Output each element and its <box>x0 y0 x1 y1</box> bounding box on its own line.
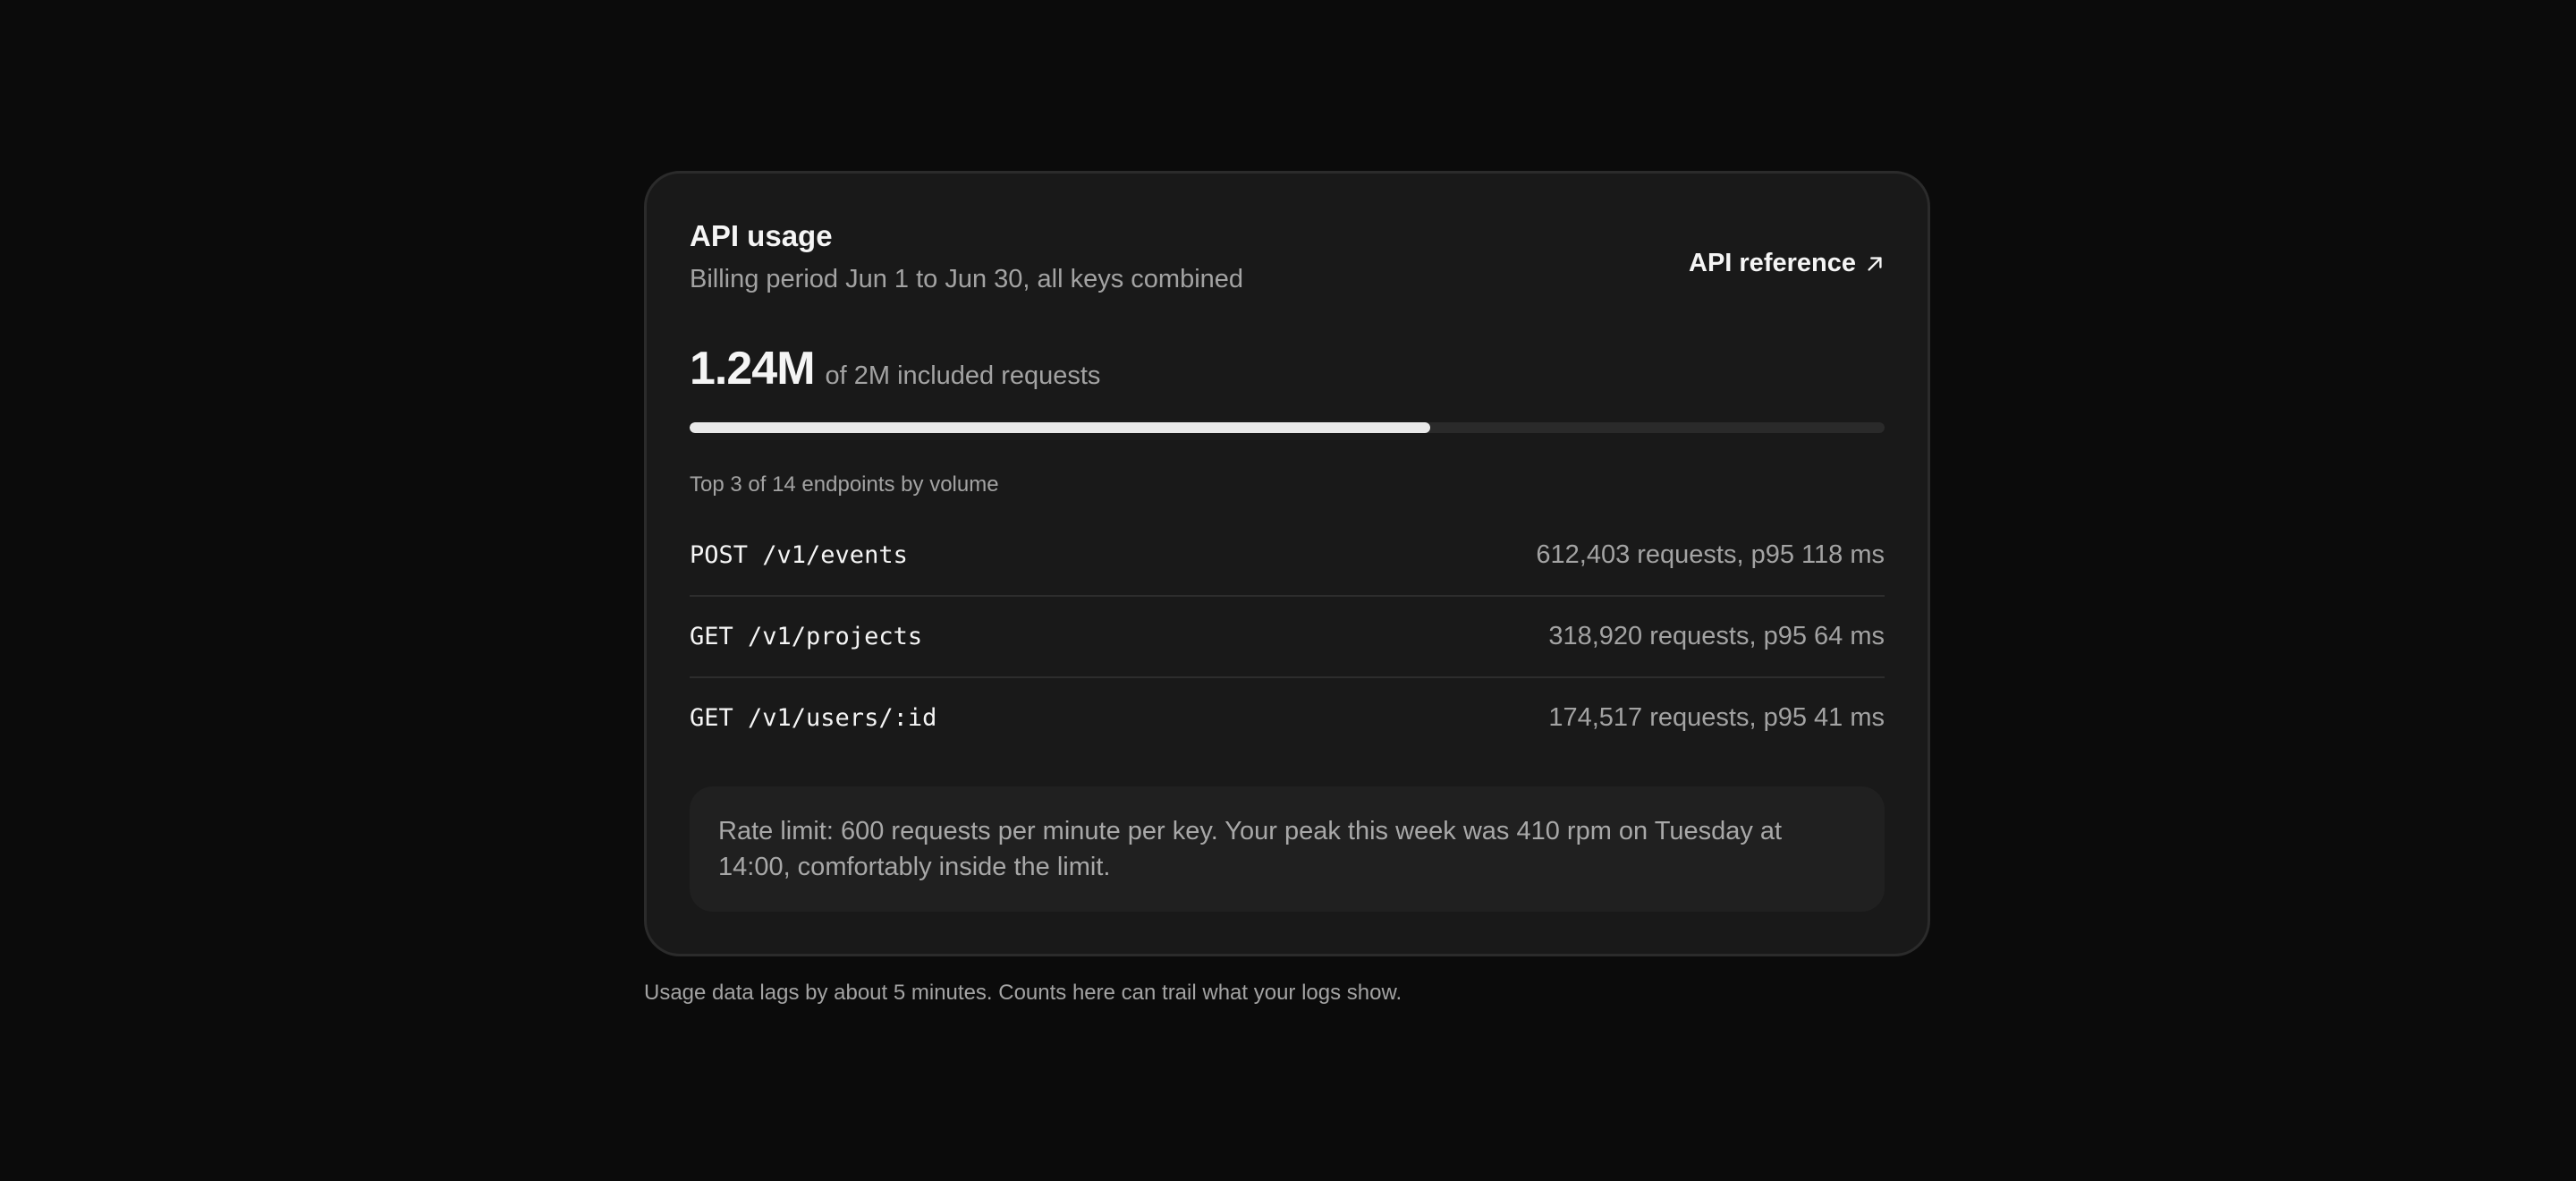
usage-progress-fill <box>690 422 1431 433</box>
endpoint-path: GET /v1/users/:id <box>690 704 937 732</box>
usage-caption: of 2M included requests <box>825 361 1101 390</box>
endpoint-stats: 174,517 requests, p95 41 ms <box>1548 703 1885 732</box>
api-usage-card: API usage Billing period Jun 1 to Jun 30… <box>644 171 1930 956</box>
endpoints-label: Top 3 of 14 endpoints by volume <box>690 472 999 497</box>
endpoints-list: POST /v1/events 612,403 requests, p95 11… <box>690 515 1885 758</box>
endpoint-stats: 318,920 requests, p95 64 ms <box>1548 622 1885 650</box>
api-reference-link[interactable]: API reference <box>1689 249 1885 278</box>
usage-value: 1.24M <box>690 343 816 395</box>
usage-progress-bar <box>690 422 1885 433</box>
endpoint-path: POST /v1/events <box>690 541 908 569</box>
endpoint-row: POST /v1/events 612,403 requests, p95 11… <box>690 515 1885 597</box>
arrow-up-right-icon <box>1868 256 1882 271</box>
endpoint-stats: 612,403 requests, p95 118 ms <box>1536 540 1885 569</box>
usage-summary: 1.24M of 2M included requests <box>690 342 1885 395</box>
endpoint-row: GET /v1/projects 318,920 requests, p95 6… <box>690 597 1885 678</box>
endpoint-row: GET /v1/users/:id 174,517 requests, p95 … <box>690 678 1885 758</box>
rate-limit-note: Rate limit: 600 requests per minute per … <box>690 786 1885 912</box>
card-header: API usage Billing period Jun 1 to Jun 30… <box>690 218 1885 304</box>
usage-footnote: Usage data lags by about 5 minutes. Coun… <box>644 981 1402 1005</box>
endpoint-path: GET /v1/projects <box>690 623 923 650</box>
api-reference-label: API reference <box>1689 249 1856 277</box>
